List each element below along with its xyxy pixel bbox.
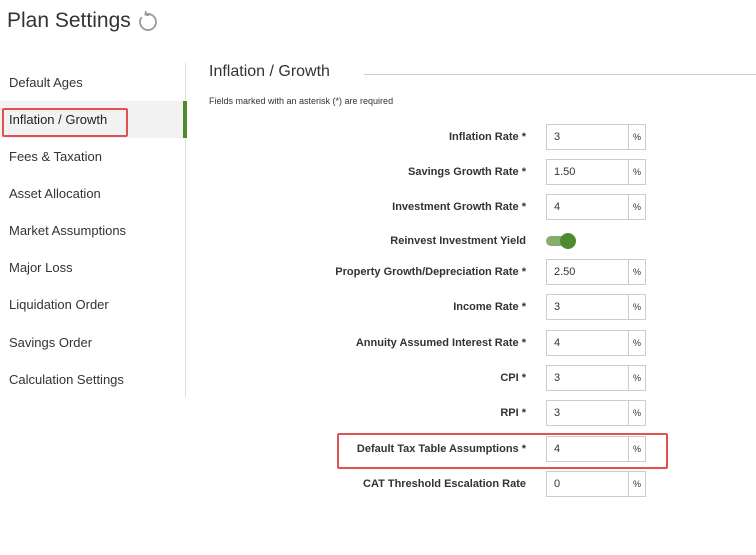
- cat-threshold-label: CAT Threshold Escalation Rate: [363, 478, 526, 490]
- page-title: Plan Settings: [7, 9, 131, 32]
- cpi-input[interactable]: [546, 365, 628, 391]
- property-growth-rate-input[interactable]: [546, 259, 628, 285]
- annuity-interest-rate-label: Annuity Assumed Interest Rate *: [355, 337, 526, 349]
- rpi-input[interactable]: [546, 400, 628, 426]
- sidebar-item-liquidation-order[interactable]: Liquidation Order: [0, 286, 186, 323]
- section-divider: [364, 74, 756, 75]
- rpi-group: %: [546, 400, 646, 426]
- inflation-rate-label: Inflation Rate *: [448, 131, 526, 143]
- rpi-label: RPI *: [500, 407, 526, 419]
- toggle-knob: [560, 233, 576, 249]
- percent-addon: %: [628, 471, 646, 497]
- percent-addon: %: [628, 124, 646, 150]
- annuity-interest-rate-group: %: [546, 330, 646, 356]
- sidebar-item-market-assumptions[interactable]: Market Assumptions: [0, 212, 186, 249]
- sidebar-item-asset-allocation[interactable]: Asset Allocation: [0, 175, 186, 212]
- row-rpi: RPI * %: [200, 400, 650, 426]
- savings-growth-rate-group: %: [546, 159, 646, 185]
- property-growth-rate-group: %: [546, 259, 646, 285]
- income-rate-group: %: [546, 294, 646, 320]
- income-rate-input[interactable]: [546, 294, 628, 320]
- savings-growth-rate-input[interactable]: [546, 159, 628, 185]
- cat-threshold-input[interactable]: [546, 471, 628, 497]
- percent-addon: %: [628, 365, 646, 391]
- percent-addon: %: [628, 294, 646, 320]
- property-growth-rate-label: Property Growth/Depreciation Rate *: [335, 266, 526, 278]
- annuity-interest-rate-input[interactable]: [546, 330, 628, 356]
- row-inflation-rate: Inflation Rate * %: [200, 124, 650, 150]
- percent-addon: %: [628, 400, 646, 426]
- savings-growth-rate-label: Savings Growth Rate *: [408, 166, 526, 178]
- percent-addon: %: [628, 330, 646, 356]
- cpi-group: %: [546, 365, 646, 391]
- cat-threshold-group: %: [546, 471, 646, 497]
- inflation-rate-group: %: [546, 124, 646, 150]
- sidebar-item-major-loss[interactable]: Major Loss: [0, 249, 186, 286]
- highlight-box-default-tax-table: [337, 433, 668, 469]
- investment-growth-rate-label: Investment Growth Rate *: [392, 201, 526, 213]
- row-annuity-interest-rate: Annuity Assumed Interest Rate * %: [200, 330, 650, 356]
- refresh-icon[interactable]: [136, 10, 160, 34]
- row-property-growth-rate: Property Growth/Depreciation Rate * %: [200, 259, 650, 285]
- income-rate-label: Income Rate *: [453, 301, 526, 313]
- reinvest-investment-yield-label: Reinvest Investment Yield: [390, 235, 526, 247]
- reinvest-investment-yield-toggle[interactable]: [546, 233, 576, 249]
- sidebar-item-fees-taxation[interactable]: Fees & Taxation: [0, 138, 186, 175]
- row-investment-growth-rate: Investment Growth Rate * %: [200, 194, 650, 220]
- row-reinvest-investment-yield: Reinvest Investment Yield: [200, 228, 650, 254]
- row-cpi: CPI * %: [200, 365, 650, 391]
- row-savings-growth-rate: Savings Growth Rate * %: [200, 159, 650, 185]
- investment-growth-rate-input[interactable]: [546, 194, 628, 220]
- row-income-rate: Income Rate * %: [200, 294, 650, 320]
- required-fields-note: Fields marked with an asterisk (*) are r…: [209, 96, 394, 106]
- investment-growth-rate-group: %: [546, 194, 646, 220]
- percent-addon: %: [628, 159, 646, 185]
- sidebar-item-savings-order[interactable]: Savings Order: [0, 324, 186, 361]
- highlight-box-active-nav: [2, 108, 128, 137]
- cpi-label: CPI *: [500, 372, 526, 384]
- percent-addon: %: [628, 259, 646, 285]
- row-cat-threshold: CAT Threshold Escalation Rate %: [200, 471, 650, 497]
- section-title: Inflation / Growth: [209, 63, 330, 80]
- inflation-rate-input[interactable]: [546, 124, 628, 150]
- sidebar-item-calculation-settings[interactable]: Calculation Settings: [0, 361, 186, 398]
- sidebar-item-default-ages[interactable]: Default Ages: [0, 64, 186, 101]
- percent-addon: %: [628, 194, 646, 220]
